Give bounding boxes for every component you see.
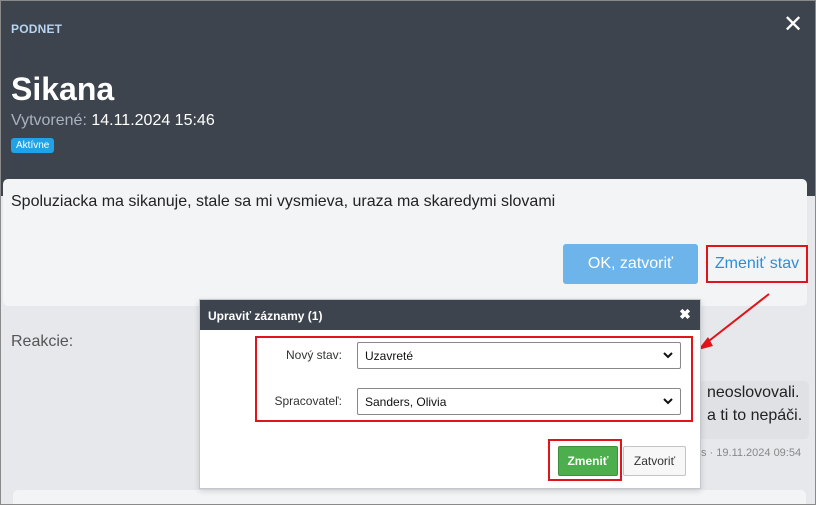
assignee-label: Spracovateľ:: [274, 394, 342, 408]
submit-highlight: Zmeniť: [548, 439, 622, 481]
close-icon[interactable]: ✖: [678, 307, 692, 321]
dialog-title: Upraviť záznamy (1): [208, 309, 323, 323]
dialog-header: Upraviť záznamy (1) ✖: [200, 300, 700, 330]
incident-window: PODNET ✕ Sikana Vytvorené: 14.11.2024 15…: [0, 0, 816, 505]
dialog-close-button[interactable]: Zatvoriť: [623, 446, 686, 476]
chevron-down-icon: [663, 398, 673, 405]
assignee-select[interactable]: Sanders, Olivia: [357, 388, 681, 415]
new-state-value: Uzavreté: [365, 349, 414, 363]
fields-highlight: Nový stav: Uzavreté Spracovateľ: Sanders…: [255, 336, 693, 422]
chevron-down-icon: [663, 352, 673, 359]
new-state-label: Nový stav:: [285, 348, 342, 362]
edit-records-dialog: Upraviť záznamy (1) ✖ Nový stav: Uzavret…: [199, 299, 701, 489]
submit-change-button[interactable]: Zmeniť: [558, 446, 618, 476]
assignee-value: Sanders, Olivia: [365, 395, 447, 409]
new-state-select[interactable]: Uzavreté: [357, 342, 681, 369]
